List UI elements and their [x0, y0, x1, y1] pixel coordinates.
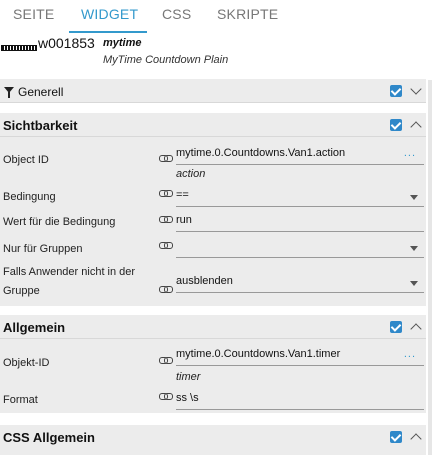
section-generell-checkbox[interactable] [390, 85, 402, 97]
oid-value: mytime.0.Countdowns.Van1.timer [176, 348, 341, 360]
condition-value-field[interactable]: run [176, 212, 424, 232]
section-css-allgemein-title: CSS Allgemein [3, 430, 95, 445]
link-icon[interactable] [159, 216, 173, 223]
condition-value-label: Wert für die Bedingung [3, 216, 116, 228]
object-id-sub: action [176, 168, 206, 180]
chevron-up-icon[interactable] [410, 121, 422, 133]
widget-preview-icon [1, 45, 37, 51]
section-allgemein-title: Allgemein [3, 320, 66, 335]
widget-id: w001853 [38, 35, 95, 51]
caret-down-icon [410, 195, 418, 200]
tab-seite[interactable]: SEITE [13, 6, 54, 22]
condition-value: == [176, 189, 189, 201]
condition-select[interactable]: == [176, 187, 424, 207]
scrollbar[interactable] [428, 80, 432, 455]
tab-skripte[interactable]: SKRIPTE [217, 6, 278, 22]
tab-widget[interactable]: WIDGET [81, 6, 138, 22]
condition-label: Bedingung [3, 191, 56, 203]
format-value: ss \s [176, 392, 199, 404]
condition-value-value: run [176, 214, 192, 226]
link-icon[interactable] [159, 357, 173, 364]
section-allgemein-header[interactable]: Allgemein [0, 315, 426, 339]
link-icon[interactable] [159, 393, 173, 400]
section-css-allgemein-header[interactable]: CSS Allgemein [0, 425, 426, 449]
tab-css[interactable]: CSS [162, 6, 191, 22]
caret-down-icon [410, 246, 418, 251]
user-not-in-group-label: Falls Anwender nicht in der [3, 266, 136, 278]
groups-label: Nur für Gruppen [3, 243, 83, 255]
select-object-button[interactable]: ... [404, 348, 416, 360]
select-object-button[interactable]: ... [404, 147, 416, 159]
oid-sub: timer [176, 371, 201, 383]
widget-set: mytime [103, 37, 142, 49]
section-css-allgemein-checkbox[interactable] [390, 431, 402, 443]
object-id-field[interactable]: mytime.0.Countdowns.Van1.action ... [176, 145, 424, 165]
filter-icon [4, 87, 14, 98]
caret-down-icon [410, 281, 418, 286]
section-sichtbarkeit-title: Sichtbarkeit [3, 118, 78, 133]
groups-select[interactable] [176, 238, 424, 258]
tab-bar: SEITE WIDGET CSS SKRIPTE [0, 0, 432, 33]
widget-name: MyTime Countdown Plain [103, 54, 229, 66]
section-allgemein: Allgemein Objekt-ID mytime.0.Countdowns.… [0, 315, 426, 413]
section-sichtbarkeit: Sichtbarkeit Object ID mytime.0.Countdow… [0, 113, 426, 306]
object-id-label: Object ID [3, 154, 49, 166]
chevron-up-icon[interactable] [410, 433, 422, 445]
chevron-up-icon[interactable] [410, 323, 422, 335]
section-allgemein-checkbox[interactable] [390, 321, 402, 333]
oid-field[interactable]: mytime.0.Countdowns.Van1.timer ... [176, 346, 424, 366]
format-field[interactable]: ss \s [176, 390, 424, 410]
active-tab-indicator [69, 31, 147, 33]
section-generell: Generell [0, 79, 426, 103]
object-id-value: mytime.0.Countdowns.Van1.action [176, 147, 346, 159]
user-not-in-group-label-2: Gruppe [3, 285, 40, 297]
link-icon[interactable] [159, 190, 173, 197]
chevron-down-icon[interactable] [410, 83, 422, 95]
user-not-in-group-select[interactable]: ausblenden [176, 273, 424, 293]
link-icon[interactable] [159, 155, 173, 162]
link-icon[interactable] [159, 286, 173, 293]
section-sichtbarkeit-checkbox[interactable] [390, 119, 402, 131]
oid-label: Objekt-ID [3, 357, 50, 369]
user-not-in-group-value: ausblenden [176, 275, 233, 287]
section-generell-header[interactable]: Generell [0, 79, 426, 103]
section-generell-title: Generell [18, 85, 64, 99]
section-css-allgemein: CSS Allgemein [0, 425, 426, 455]
section-sichtbarkeit-header[interactable]: Sichtbarkeit [0, 113, 426, 137]
format-label: Format [3, 394, 38, 406]
link-icon[interactable] [159, 242, 173, 249]
